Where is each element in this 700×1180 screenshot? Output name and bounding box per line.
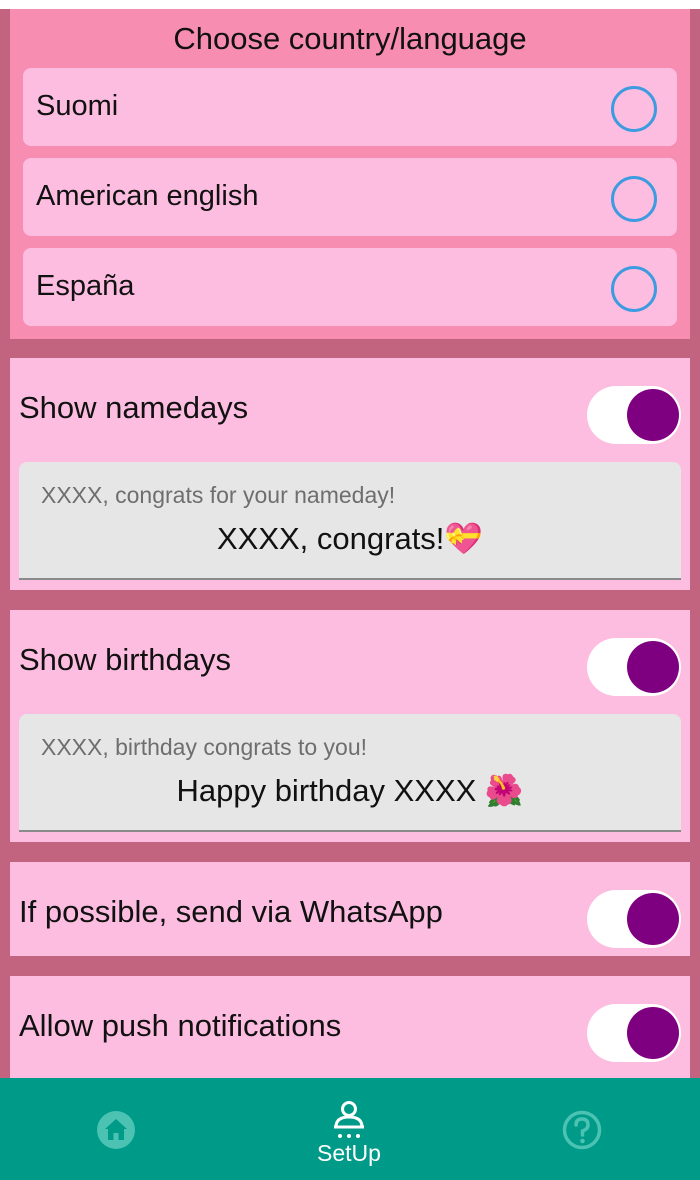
namedays-toggle[interactable] xyxy=(587,386,681,444)
whatsapp-card: If possible, send via WhatsApp xyxy=(10,862,690,956)
radio-button[interactable] xyxy=(611,86,657,132)
help-icon[interactable] xyxy=(562,1110,602,1150)
push-notifications-label: Allow push notifications xyxy=(19,1008,342,1043)
whatsapp-label: If possible, send via WhatsApp xyxy=(19,894,443,929)
home-icon[interactable] xyxy=(96,1110,136,1150)
radio-button[interactable] xyxy=(611,266,657,312)
language-option-suomi[interactable]: Suomi xyxy=(23,68,677,146)
toggle-knob xyxy=(627,893,679,945)
push-notifications-card: Allow push notifications xyxy=(10,976,690,1078)
birthdays-card: Show birthdays XXXX, birthday congrats t… xyxy=(10,610,690,842)
toggle-knob xyxy=(627,389,679,441)
setup-icon[interactable] xyxy=(329,1100,369,1140)
language-option-label: España xyxy=(36,270,135,302)
language-option-espana[interactable]: España xyxy=(23,248,677,326)
nav-setup-label: SetUp xyxy=(317,1140,381,1166)
birthday-message-field[interactable]: XXXX, birthday congrats to you! Happy bi… xyxy=(19,714,681,832)
birthday-message-placeholder: XXXX, birthday congrats to you! xyxy=(41,734,368,760)
toggle-knob xyxy=(627,641,679,693)
nameday-message-field[interactable]: XXXX, congrats for your nameday! XXXX, c… xyxy=(19,462,681,580)
nameday-message-placeholder: XXXX, congrats for your nameday! xyxy=(41,482,396,508)
language-option-label: American english xyxy=(36,180,259,212)
nameday-message-value: XXXX, congrats!💝 xyxy=(216,521,484,556)
language-title: Choose country/language xyxy=(173,21,527,56)
birthdays-toggle[interactable] xyxy=(587,638,681,696)
push-notifications-toggle[interactable] xyxy=(587,1004,681,1062)
birthday-message-value: Happy birthday XXXX 🌺 xyxy=(176,773,524,808)
toggle-knob xyxy=(627,1007,679,1059)
bottom-navigation: SetUp xyxy=(0,1078,700,1180)
radio-button[interactable] xyxy=(611,176,657,222)
top-strip xyxy=(0,0,700,9)
whatsapp-toggle[interactable] xyxy=(587,890,681,948)
language-option-american-english[interactable]: American english xyxy=(23,158,677,236)
namedays-label: Show namedays xyxy=(19,390,249,425)
language-option-label: Suomi xyxy=(36,90,119,122)
namedays-card: Show namedays XXXX, congrats for your na… xyxy=(10,358,690,590)
language-section: Choose country/language Suomi American e… xyxy=(10,9,690,339)
birthdays-label: Show birthdays xyxy=(19,642,231,677)
